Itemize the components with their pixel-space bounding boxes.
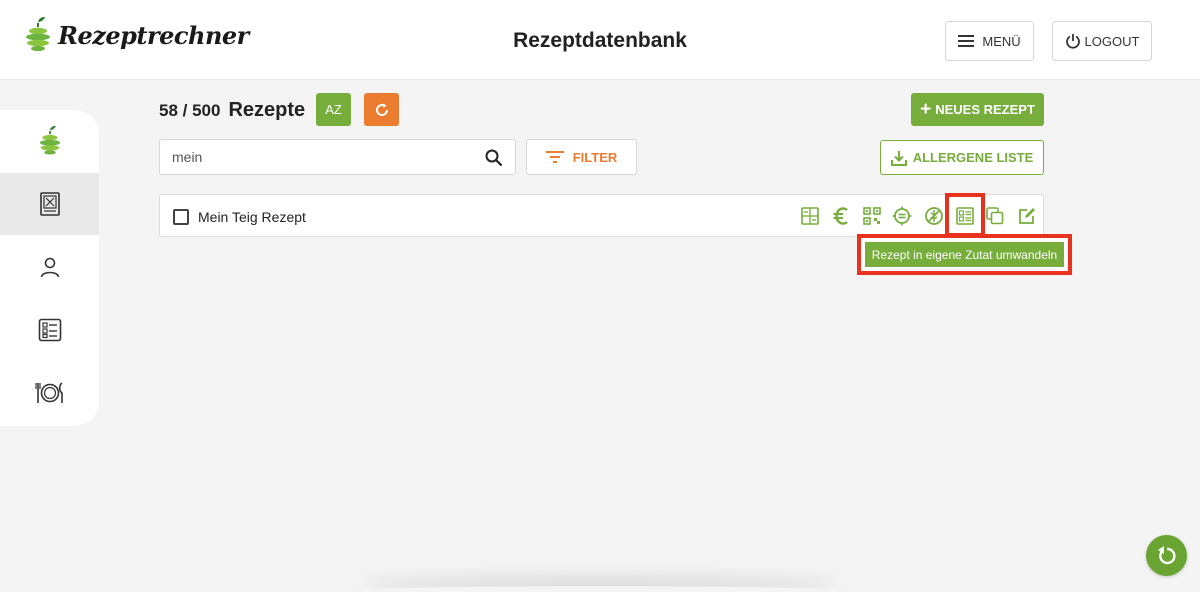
highlight-frame bbox=[945, 193, 985, 237]
filter-button[interactable]: FILTER bbox=[526, 139, 637, 175]
refresh-icon bbox=[375, 103, 388, 116]
tooltip: Rezept in eigene Zutat umwandeln bbox=[865, 242, 1064, 267]
recipe-book-icon bbox=[39, 192, 60, 216]
table-row[interactable]: Mein Teig Rezept bbox=[159, 194, 1044, 237]
sidebar-item-home[interactable] bbox=[0, 110, 99, 172]
sidebar-item-checklist[interactable] bbox=[0, 299, 99, 361]
sidebar bbox=[0, 110, 99, 426]
plate-cutlery-icon bbox=[34, 382, 63, 403]
allergen-badge-icon[interactable] bbox=[892, 206, 912, 226]
recipe-name[interactable]: Mein Teig Rezept bbox=[198, 209, 306, 225]
hamburger-icon bbox=[958, 35, 975, 47]
nutrition-table-icon[interactable] bbox=[800, 206, 820, 226]
new-recipe-label: NEUES REZEPT bbox=[935, 102, 1035, 117]
search-box bbox=[159, 139, 516, 175]
row-checkbox[interactable] bbox=[173, 209, 189, 225]
refresh-button[interactable] bbox=[364, 93, 399, 126]
recipe-count: 58 / 500 bbox=[159, 101, 221, 120]
plus-icon: + bbox=[920, 99, 932, 120]
search-input[interactable] bbox=[172, 149, 472, 165]
tooltip-highlight-frame: Rezept in eigene Zutat umwandeln bbox=[857, 234, 1072, 275]
undo-icon bbox=[1157, 545, 1176, 564]
menu-button[interactable]: MENÜ bbox=[945, 21, 1034, 61]
search-icon[interactable] bbox=[485, 149, 503, 167]
header: Rezeptrechner Rezeptdatenbank MENÜ LOGOU… bbox=[0, 0, 1200, 80]
recipe-count-label: Rezepte bbox=[228, 99, 306, 121]
user-icon bbox=[40, 257, 59, 278]
sort-az-label: AZ bbox=[325, 102, 342, 117]
undo-button[interactable] bbox=[1146, 535, 1187, 576]
bottom-shadow bbox=[360, 586, 840, 592]
power-icon bbox=[1065, 34, 1080, 49]
sidebar-item-users[interactable] bbox=[0, 236, 99, 298]
qr-code-icon[interactable] bbox=[862, 206, 882, 226]
sidebar-item-recipes[interactable] bbox=[0, 173, 99, 235]
sort-az-button[interactable]: AZ bbox=[316, 93, 351, 126]
euro-icon[interactable] bbox=[831, 206, 851, 226]
menu-label: MENÜ bbox=[982, 33, 1021, 49]
new-recipe-button[interactable]: + NEUES REZEPT bbox=[911, 93, 1044, 126]
allergen-list-button[interactable]: ALLERGENE LISTE bbox=[880, 140, 1044, 175]
filter-label: FILTER bbox=[572, 149, 618, 165]
duplicate-icon[interactable] bbox=[985, 206, 1005, 226]
filter-icon bbox=[545, 151, 564, 163]
recipe-counter: 58 / 500 Rezepte bbox=[159, 99, 305, 122]
sidebar-item-dishes[interactable] bbox=[0, 362, 99, 424]
edit-icon[interactable] bbox=[1017, 206, 1037, 226]
checklist-icon bbox=[38, 318, 61, 342]
allergen-list-label: ALLERGENE LISTE bbox=[912, 150, 1034, 165]
logout-button[interactable]: LOGOUT bbox=[1052, 21, 1152, 61]
gluten-free-icon[interactable] bbox=[924, 206, 944, 226]
logout-label: LOGOUT bbox=[1084, 33, 1140, 49]
download-icon bbox=[890, 150, 907, 166]
apple-logo-icon bbox=[39, 125, 60, 155]
